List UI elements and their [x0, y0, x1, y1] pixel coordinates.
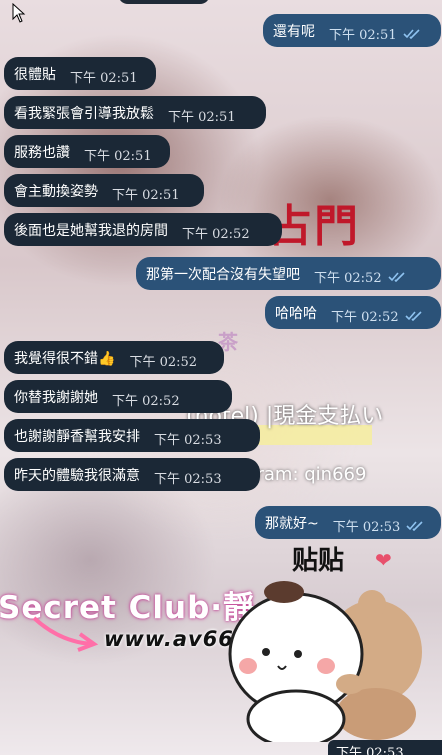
message-bubble-outgoing[interactable]: 還有呢 下午 02:51 — [263, 14, 441, 47]
message-bubble-incoming[interactable]: 服務也讚 下午 02:51 — [4, 135, 170, 168]
message-time: 下午 02:52 — [112, 394, 180, 409]
message-time: 下午 02:52 — [182, 227, 250, 242]
message-bubble-outgoing[interactable]: 那就好~ 下午 02:53 — [255, 506, 441, 539]
mouse-cursor-icon — [12, 3, 26, 23]
watermark-chinese-text: 占門 — [268, 201, 360, 252]
message-text: 那第一次配合沒有失望吧 — [146, 266, 300, 283]
message-text: 還有呢 — [273, 23, 315, 40]
sticker-caption: 贴贴 — [292, 546, 345, 576]
message-text: 會主動換姿勢 — [14, 183, 98, 200]
message-time: 下午 02:52 — [331, 310, 399, 325]
message-text: 服務也讚 — [14, 144, 70, 161]
watermark-url-text: www.av66 — [104, 627, 234, 651]
message-time: 下午 02:52 — [129, 355, 198, 370]
watermark-club-text: Secret Club·靜 — [0, 590, 256, 626]
message-time: 下午 02:51 — [112, 188, 180, 203]
message-text: 昨天的體驗我很滿意 — [14, 467, 140, 484]
message-text: 後面也是她幫我退的房間 — [14, 222, 168, 239]
message-bubble-incoming[interactable]: 昨天的體驗我很滿意 下午 02:53 — [4, 458, 260, 491]
message-bubble-outgoing[interactable]: 哈哈哈 下午 02:52 — [265, 296, 441, 329]
message-time: 下午 02:52 — [314, 271, 382, 286]
double-check-icon — [403, 28, 420, 39]
message-bubble-incoming[interactable]: 很體貼 下午 02:51 — [4, 57, 156, 90]
double-check-icon — [405, 310, 422, 321]
message-bubble-incoming[interactable]: 會主動換姿勢 下午 02:51 — [4, 174, 204, 207]
message-text: 我覺得很不錯👍 — [14, 350, 116, 367]
sticker-time: 下午 02:53 — [328, 740, 442, 755]
heart-icon: ❤ — [375, 548, 392, 572]
message-bubble-incoming[interactable]: 後面也是她幫我退的房間 下午 02:52 — [4, 213, 282, 246]
message-text: 你替我謝謝她 — [14, 389, 98, 406]
message-text: 那就好~ — [265, 515, 319, 532]
double-check-icon — [388, 271, 405, 282]
watermark-highlight — [246, 425, 372, 445]
hugging-bears-sticker[interactable] — [226, 574, 426, 742]
message-bubble-incoming[interactable]: 我覺得很不錯👍 下午 02:52 — [4, 341, 224, 374]
double-check-icon — [406, 520, 423, 531]
previous-message-bubble-edge — [118, 0, 210, 4]
message-time: 下午 02:51 — [168, 110, 236, 125]
message-text: 看我緊張會引導我放鬆 — [14, 105, 154, 122]
message-time: 下午 02:53 — [154, 433, 222, 448]
message-text: 很體貼 — [14, 66, 56, 83]
message-text: 也謝謝靜香幫我安排 — [14, 428, 140, 445]
message-bubble-outgoing[interactable]: 那第一次配合沒有失望吧 下午 02:52 — [136, 257, 441, 290]
pink-arrow-icon — [32, 616, 99, 652]
message-time: 下午 02:53 — [154, 472, 222, 487]
message-text: 哈哈哈 — [275, 305, 317, 322]
message-bubble-incoming[interactable]: 你替我謝謝她 下午 02:52 — [4, 380, 232, 413]
message-bubble-incoming[interactable]: 也謝謝靜香幫我安排 下午 02:53 — [4, 419, 260, 452]
message-time: 下午 02:51 — [70, 71, 138, 86]
message-time: 下午 02:51 — [329, 28, 397, 43]
message-time: 下午 02:51 — [84, 149, 152, 164]
message-bubble-incoming[interactable]: 看我緊張會引導我放鬆 下午 02:51 — [4, 96, 266, 129]
message-time: 下午 02:53 — [332, 520, 401, 535]
